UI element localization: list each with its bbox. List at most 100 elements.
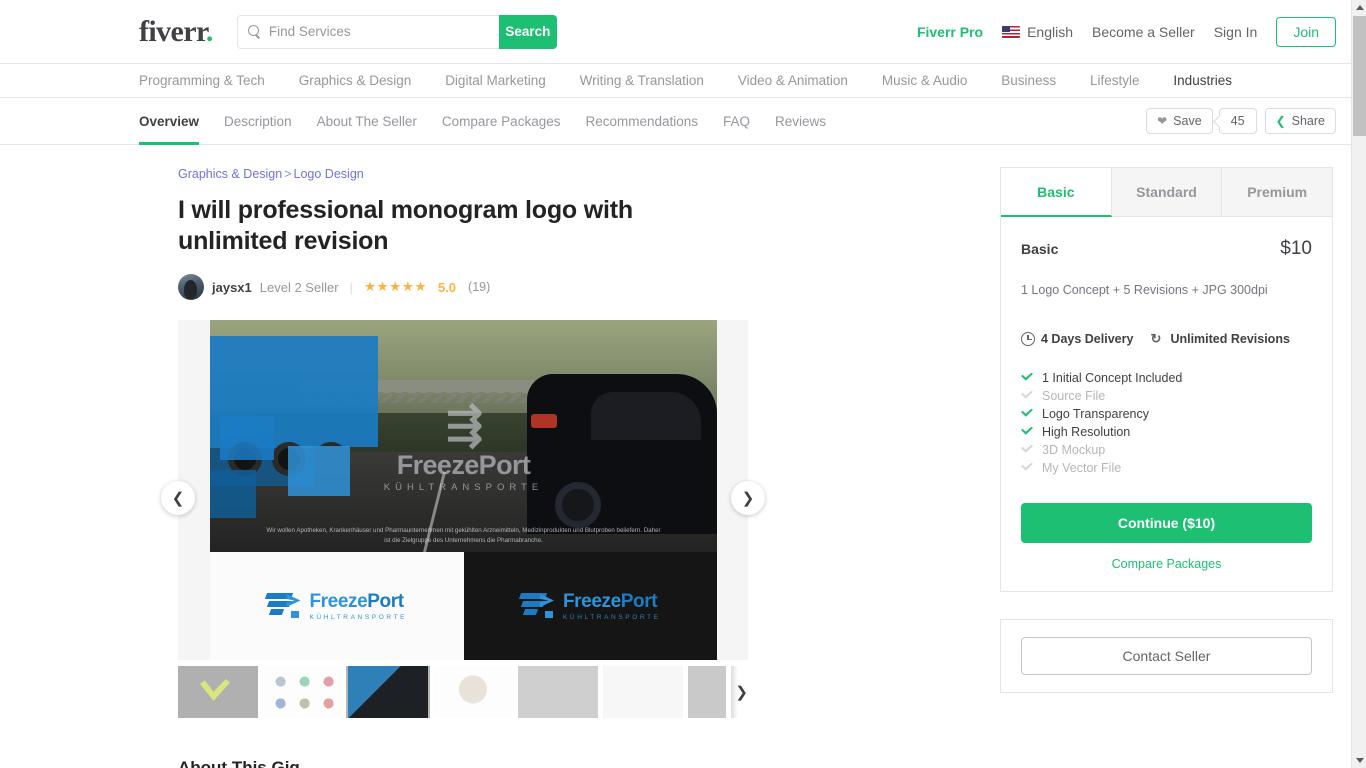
save-button[interactable]: ❤ Save	[1146, 108, 1213, 134]
search-input[interactable]	[268, 24, 489, 39]
continue-button[interactable]: Continue ($10)	[1021, 502, 1312, 543]
rating-value: 5.0	[437, 279, 457, 295]
thumbnails-next-button[interactable]: ❯	[726, 666, 748, 718]
revisions-info: ↻ Unlimited Revisions	[1150, 330, 1289, 346]
package-body: Basic $10 1 Logo Concept + 5 Revisions +…	[1001, 217, 1332, 591]
category-business[interactable]: Business	[1001, 73, 1056, 88]
language-selector[interactable]: English	[1002, 24, 1073, 40]
become-seller-link[interactable]: Become a Seller	[1092, 24, 1195, 40]
category-graphics-design[interactable]: Graphics & Design	[299, 73, 412, 88]
fiverr-logo[interactable]: fiverr.	[139, 14, 213, 48]
tab-overview[interactable]: Overview	[139, 98, 200, 145]
gallery-prev-button[interactable]: ❮	[161, 481, 195, 515]
package-tab-basic[interactable]: Basic	[1001, 168, 1112, 217]
breadcrumb-child[interactable]: Logo Design	[294, 167, 364, 181]
gallery-next-button[interactable]: ❯	[731, 481, 765, 515]
tab-reviews[interactable]: Reviews	[775, 98, 826, 145]
gig-actions: ❤ Save 45 ❮ Share	[1146, 108, 1336, 134]
search-box[interactable]	[236, 14, 499, 49]
feature-item: My Vector File	[1021, 459, 1312, 477]
thumb-check-logo[interactable]	[178, 666, 258, 718]
thumb-swirl[interactable]	[433, 666, 513, 718]
gallery-slide-logos: FreezePort KÜHLTRANSPORTE FreezePort KÜH…	[210, 552, 717, 660]
search-button[interactable]: Search	[498, 14, 557, 49]
logo-light-name1: Freeze	[309, 590, 368, 612]
gallery-slide-photo: ⇶ FreezePort KÜHLTRANSPORTE Wir wollen A…	[210, 320, 717, 552]
fiverr-pro-link[interactable]: Fiverr Pro	[917, 24, 983, 40]
feature-label: High Resolution	[1042, 424, 1131, 439]
freezeport-mark-icon-dark	[518, 593, 554, 619]
thumb-crest[interactable]	[603, 666, 683, 718]
save-count-badge: 45	[1218, 108, 1257, 134]
thumb-icon-grid[interactable]	[263, 666, 343, 718]
share-button[interactable]: ❮ Share	[1264, 108, 1336, 134]
feature-label: Source File	[1042, 388, 1106, 403]
seller-divider: |	[349, 279, 353, 295]
clock-icon	[1021, 331, 1035, 346]
thumb-monogram-dark[interactable]	[518, 666, 598, 718]
check-icon-disabled	[1021, 390, 1033, 402]
tab-about-the-seller[interactable]: About The Seller	[317, 98, 417, 145]
gallery-slide[interactable]: ⇶ FreezePort KÜHLTRANSPORTE Wir wollen A…	[210, 320, 717, 660]
scroll-down-arrow[interactable]	[1352, 753, 1366, 768]
gig-section-nav: Overview Description About The Seller Co…	[0, 98, 1366, 145]
avatar[interactable]	[178, 274, 204, 300]
feature-item: 3D Mockup	[1021, 441, 1312, 459]
category-music-audio[interactable]: Music & Audio	[882, 73, 968, 88]
logo-dark-name1: Freeze	[562, 590, 621, 612]
thumb-crest-gray[interactable]	[688, 666, 726, 718]
header-right-nav: Fiverr Pro English Become a Seller Sign …	[917, 16, 1336, 47]
vertical-scrollbar[interactable]	[1351, 0, 1366, 768]
tab-recommendations[interactable]: Recommendations	[585, 98, 698, 145]
tab-faq[interactable]: FAQ	[723, 98, 750, 145]
category-video-animation[interactable]: Video & Animation	[738, 73, 848, 88]
package-description: 1 Logo Concept + 5 Revisions + JPG 300dp…	[1021, 283, 1268, 297]
package-meta: 4 Days Delivery ↻ Unlimited Revisions	[1021, 330, 1312, 346]
share-icon: ❮	[1275, 114, 1286, 128]
scroll-up-arrow[interactable]	[1352, 0, 1366, 15]
seller-info-row: jaysx1 Level 2 Seller | ★★★★★ 5.0 (19)	[178, 274, 840, 300]
compare-packages-link[interactable]: Compare Packages	[1021, 557, 1312, 571]
breadcrumb-separator: >	[284, 167, 292, 181]
rating-stars: ★★★★★	[363, 279, 427, 294]
gig-sidebar: Basic Standard Premium Basic $10 1 Logo …	[1000, 167, 1333, 768]
site-header: fiverr. Search Fiverr Pro English Become…	[0, 0, 1366, 64]
seller-name[interactable]: jaysx1	[212, 280, 252, 295]
category-writing-translation[interactable]: Writing & Translation	[580, 73, 704, 88]
thumb-freezeport[interactable]	[346, 666, 430, 718]
package-tab-standard[interactable]: Standard	[1111, 168, 1223, 217]
category-nav-items: Programming & Tech Graphics & Design Dig…	[139, 73, 1232, 88]
gallery-thumbnail-strip: ❯	[178, 666, 748, 718]
logo-light-name2: Port	[367, 590, 404, 612]
category-programming-tech[interactable]: Programming & Tech	[139, 73, 265, 88]
feature-label: 1 Initial Concept Included	[1042, 370, 1183, 385]
check-icon	[1021, 408, 1033, 420]
sign-in-link[interactable]: Sign In	[1214, 24, 1258, 40]
package-tab-premium[interactable]: Premium	[1222, 168, 1333, 217]
refresh-icon: ↻	[1150, 330, 1162, 346]
contact-seller-button[interactable]: Contact Seller	[1021, 636, 1312, 675]
page-title: I will professional monogram logo with u…	[178, 196, 633, 255]
page-root: fiverr. Search Fiverr Pro English Become…	[0, 0, 1366, 768]
category-digital-marketing[interactable]: Digital Marketing	[445, 73, 546, 88]
heart-icon: ❤	[1157, 114, 1168, 128]
package-name: Basic	[1021, 241, 1059, 257]
watermark-mark: ⇶	[446, 401, 483, 450]
check-icon	[1021, 372, 1033, 384]
breadcrumb-parent[interactable]: Graphics & Design	[178, 167, 282, 181]
logo-dot: .	[205, 14, 213, 48]
check-icon-disabled	[1021, 444, 1033, 456]
logo-text: fiverr	[139, 14, 207, 48]
gig-section-tabs: Overview Description About The Seller Co…	[139, 98, 826, 145]
tab-compare-packages[interactable]: Compare Packages	[442, 98, 561, 145]
category-industries[interactable]: Industries	[1173, 73, 1232, 88]
join-button[interactable]: Join	[1276, 16, 1336, 47]
package-header-row: Basic $10	[1021, 238, 1312, 260]
package-card: Basic Standard Premium Basic $10 1 Logo …	[1000, 167, 1333, 592]
tab-description[interactable]: Description	[224, 98, 292, 145]
scrollbar-thumb[interactable]	[1353, 16, 1366, 136]
category-lifestyle[interactable]: Lifestyle	[1090, 73, 1140, 88]
feature-label: Logo Transparency	[1042, 406, 1150, 421]
delivery-label: 4 Days Delivery	[1041, 331, 1134, 346]
watermark-brand: ⇶ FreezePort KÜHLTRANSPORTE	[210, 401, 717, 494]
